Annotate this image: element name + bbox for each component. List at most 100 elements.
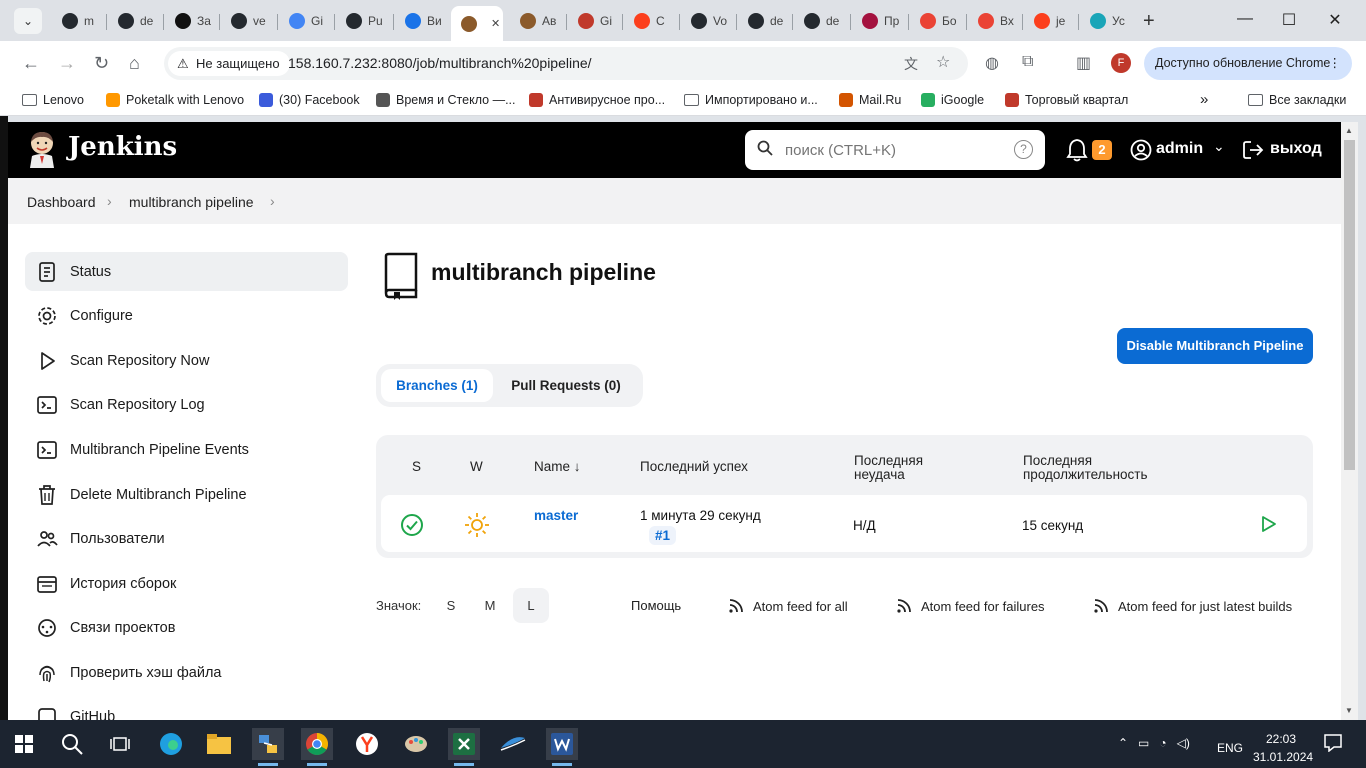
column-header-last-failure[interactable]: Последняя неудача	[854, 454, 923, 482]
page-scrollbar[interactable]: ▲ ▼	[1341, 122, 1358, 720]
browser-tab[interactable]: Ус	[1080, 6, 1134, 36]
play-build-icon[interactable]	[1261, 515, 1277, 533]
browser-tab[interactable]: de	[108, 6, 162, 36]
user-name[interactable]: admin	[1156, 140, 1203, 158]
forward-icon[interactable]: →	[58, 53, 76, 74]
browser-tab[interactable]: m	[52, 6, 106, 36]
bookmark-star-icon[interactable]: ☆	[936, 52, 950, 72]
browser-tab[interactable]: de	[794, 6, 848, 36]
logout-link[interactable]: выход	[1270, 140, 1322, 158]
browser-tab[interactable]: Пр	[852, 6, 906, 36]
build-number-link[interactable]: #1	[649, 526, 677, 545]
system-tray-icons[interactable]: ⌃ ▭ ◔ ◁)	[1118, 736, 1190, 750]
logout-icon[interactable]	[1242, 139, 1264, 161]
reload-icon[interactable]: ↻	[94, 53, 109, 74]
bookmark-item[interactable]: Импортировано и...	[684, 93, 818, 107]
disable-pipeline-button[interactable]: Disable Multibranch Pipeline	[1117, 328, 1313, 364]
task-view-icon[interactable]	[104, 728, 136, 760]
excel-icon[interactable]	[448, 728, 480, 766]
tab-pull-requests[interactable]: Pull Requests (0)	[506, 369, 626, 402]
scroll-down-icon[interactable]: ▼	[1345, 706, 1353, 715]
bookmark-item[interactable]: Время и Стекло —...	[376, 93, 515, 107]
sidebar-item[interactable]: Multibranch Pipeline Events	[25, 430, 348, 469]
chrome-icon[interactable]	[301, 728, 333, 766]
browser-tab[interactable]: Pu	[336, 6, 390, 36]
sidebar-item[interactable]: История сборок	[25, 564, 348, 603]
column-header-name[interactable]: Name ↓	[534, 460, 581, 474]
close-tab-icon[interactable]: ✕	[491, 17, 500, 30]
jenkins-brand[interactable]: Jenkins	[68, 132, 177, 162]
chrome-update-button[interactable]: Доступно обновление Chrome ⋮	[1144, 47, 1352, 80]
sidebar-item[interactable]: GitHub	[25, 697, 348, 720]
minimize-button[interactable]: —	[1222, 10, 1268, 28]
sidebar-item[interactable]: Configure	[25, 296, 348, 335]
vpn-globe-icon[interactable]: ◍	[985, 53, 999, 73]
close-window-button[interactable]: ✕	[1312, 10, 1358, 30]
sidebar-item[interactable]: Связи проектов	[25, 608, 348, 647]
browser-tab[interactable]: Ав	[510, 6, 564, 36]
browser-tab[interactable]: Gi	[568, 6, 622, 36]
all-bookmarks-button[interactable]: Все закладки	[1248, 93, 1346, 107]
url-text[interactable]: 158.160.7.232:8080/job/multibranch%20pip…	[288, 55, 592, 71]
column-header-last-success[interactable]: Последний успех	[640, 460, 748, 474]
sidebar-item[interactable]: Delete Multibranch Pipeline	[25, 475, 348, 514]
breadcrumb-separator-icon[interactable]: ›	[270, 193, 275, 209]
bookmark-item[interactable]: (30) Facebook	[259, 93, 360, 107]
maximize-button[interactable]: ☐	[1266, 10, 1312, 30]
jenkins-search-box[interactable]: ?	[745, 130, 1045, 170]
atom-feed-failures-link[interactable]: Atom feed for failures	[896, 598, 1045, 614]
bookmark-item[interactable]: Poketalk with Lenovo	[106, 93, 244, 107]
back-icon[interactable]: ←	[22, 53, 40, 74]
bookmarks-overflow-button[interactable]: »	[1200, 91, 1208, 108]
browser-tab[interactable]: Vo	[681, 6, 735, 36]
bookmark-item[interactable]: Антивирусное про...	[529, 93, 665, 107]
notifications-center-icon[interactable]	[1324, 734, 1342, 757]
start-icon[interactable]	[8, 728, 40, 760]
browser-tab[interactable]: Вх	[968, 6, 1022, 36]
sidebar-item[interactable]: Status	[25, 252, 348, 291]
atom-feed-all-link[interactable]: Atom feed for all	[728, 598, 848, 614]
jenkins-logo-icon[interactable]	[26, 130, 58, 168]
home-icon[interactable]: ⌂	[129, 53, 140, 74]
browser-tab[interactable]: Бо	[910, 6, 964, 36]
sidebar-item[interactable]: Проверить хэш файла	[25, 653, 348, 692]
bookmark-item[interactable]: Lenovo	[22, 93, 84, 107]
sidebar-item[interactable]: Scan Repository Log	[25, 385, 348, 424]
browser-tab[interactable]: de	[738, 6, 792, 36]
translate-icon[interactable]: 文	[904, 54, 918, 74]
new-tab-button[interactable]: +	[1143, 10, 1155, 33]
column-header-status[interactable]: S	[412, 460, 421, 474]
edge-icon[interactable]	[155, 728, 187, 760]
atom-feed-latest-link[interactable]: Atom feed for just latest builds	[1093, 598, 1292, 614]
notifications-bell-icon[interactable]	[1066, 138, 1088, 162]
tab-search-button[interactable]: ⌄	[14, 8, 42, 34]
user-avatar-icon[interactable]	[1130, 139, 1152, 161]
search-icon[interactable]	[56, 728, 88, 760]
scroll-up-icon[interactable]: ▲	[1345, 126, 1353, 135]
breadcrumb-job[interactable]: multibranch pipeline	[129, 194, 254, 210]
paint-app-icon[interactable]	[400, 728, 432, 760]
word-icon[interactable]	[546, 728, 578, 766]
extensions-icon[interactable]: ⧉	[1022, 53, 1033, 71]
site-info-chip[interactable]: ⚠ Не защищено	[168, 51, 290, 76]
browser-tab[interactable]: За	[165, 6, 219, 36]
side-panel-icon[interactable]: ▥	[1076, 53, 1091, 73]
language-indicator[interactable]: ENG	[1217, 741, 1243, 755]
telegram-like-icon[interactable]	[497, 728, 529, 760]
bookmark-item[interactable]: Mail.Ru	[839, 93, 901, 107]
file-explorer-icon[interactable]	[203, 728, 235, 760]
icon-size-s[interactable]: S	[433, 588, 469, 623]
browser-tab[interactable]: С	[624, 6, 678, 36]
help-link[interactable]: Помощь	[631, 598, 681, 613]
sidebar-item[interactable]: Пользователи	[25, 519, 348, 558]
scrollbar-thumb[interactable]	[1344, 140, 1355, 470]
browser-tab[interactable]: Ви	[395, 6, 449, 36]
notifications-badge[interactable]: 2	[1092, 140, 1112, 160]
clock-date[interactable]: 31.01.2024	[1253, 750, 1313, 764]
profile-avatar[interactable]: F	[1111, 53, 1131, 73]
clock-time[interactable]: 22:03	[1266, 732, 1296, 746]
bookmark-item[interactable]: iGoogle	[921, 93, 984, 107]
browser-tab[interactable]: ✕	[451, 6, 503, 41]
column-header-weather[interactable]: W	[470, 460, 483, 474]
network-app-icon[interactable]	[252, 728, 284, 766]
